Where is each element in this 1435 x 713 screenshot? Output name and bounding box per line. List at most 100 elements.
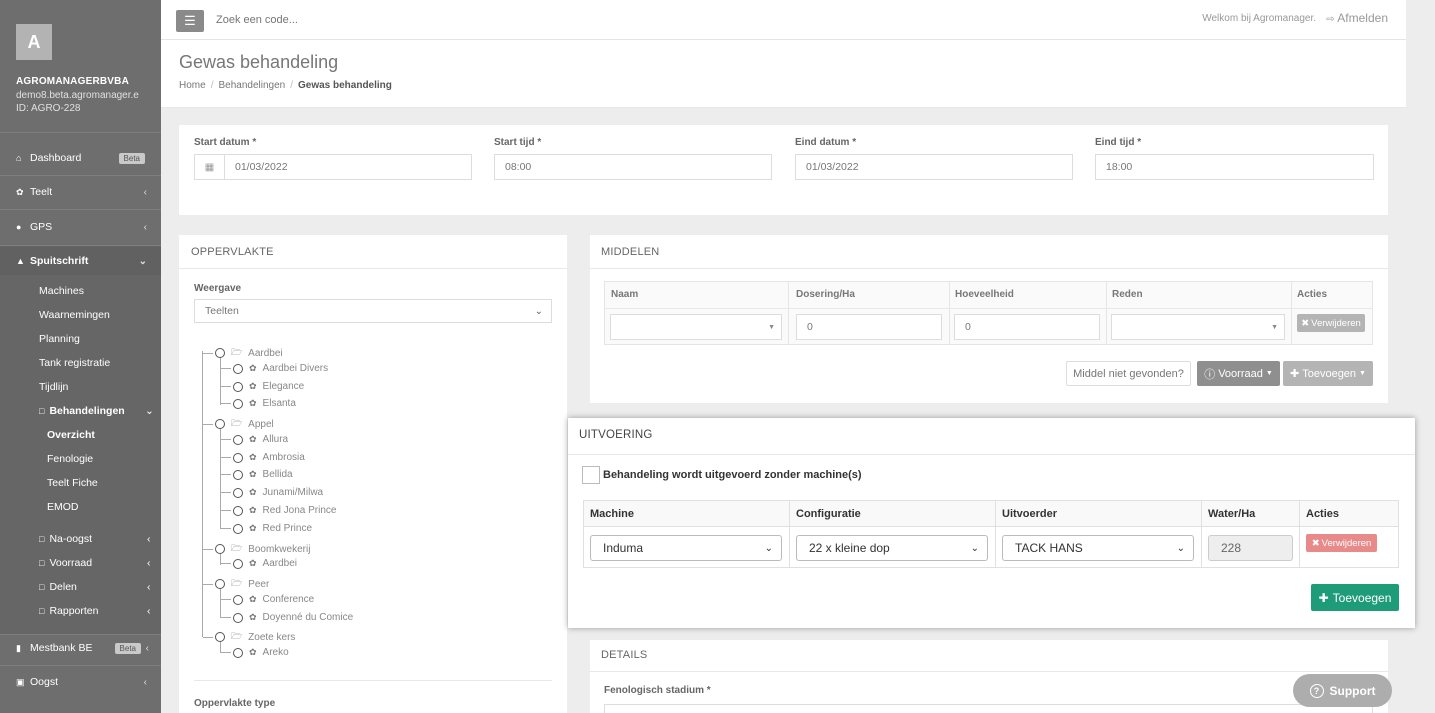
search-input[interactable] — [216, 14, 516, 26]
sidebar-sub-tank-registratie[interactable]: Tank registratie — [39, 357, 110, 369]
weergave-select[interactable]: Teelten ⌄ — [194, 299, 552, 323]
water-input[interactable]: 228 — [1208, 535, 1293, 561]
configuratie-select[interactable]: 22 x kleine dop ⌄ — [796, 535, 988, 561]
tree-radio[interactable] — [233, 647, 243, 658]
divider — [0, 209, 161, 210]
middel-add-button[interactable]: ✚ Toevoegen ▼ — [1283, 361, 1373, 386]
support-button[interactable]: ? Support — [1293, 674, 1392, 707]
tree-leaf[interactable]: ✿ Red Prince — [221, 523, 312, 534]
sidebar-sub-planning[interactable]: Planning — [39, 333, 80, 345]
folder-open-icon: □ — [39, 406, 45, 416]
tree-leaf[interactable]: ✿ Red Jona Prince — [221, 505, 336, 516]
tree-radio[interactable] — [233, 363, 243, 374]
tree-node-aardbei[interactable]: 🗁 Aardbei — [203, 345, 283, 361]
middel-not-found-button[interactable]: Middel niet gevonden? — [1066, 361, 1191, 386]
tree-leaf[interactable]: ✿ Elsanta — [221, 398, 296, 409]
sidebar-item-label: GPS — [30, 221, 53, 233]
sidebar: A AGROMANAGERBVBA demo8.beta.agromanager… — [0, 0, 161, 713]
tree-radio[interactable] — [233, 452, 243, 463]
sidebar-item-oogst[interactable]: ▣ Oogst ‹ — [0, 668, 161, 696]
sidebar-item-dashboard[interactable]: ⌂ Dashboard Beta — [0, 144, 161, 172]
tree-leaf[interactable]: ✿ Doyenné du Comice — [221, 612, 353, 623]
sidebar-sub-delen[interactable]: □ Delen ‹ — [39, 581, 151, 593]
machine-add-button[interactable]: ✚ Toevoegen — [1311, 584, 1399, 611]
tree-radio[interactable] — [233, 381, 243, 392]
end-date-field[interactable]: 01/03/2022 — [795, 154, 1073, 180]
divider — [590, 671, 1388, 672]
logout-link[interactable]: ⇨ Afmelden — [1326, 11, 1388, 25]
hoeveelheid-input[interactable]: 0 — [954, 314, 1100, 340]
sidebar-sub-waarnemingen[interactable]: Waarnemingen — [39, 309, 110, 321]
sidebar-sub-voorraad[interactable]: □ Voorraad ‹ — [39, 557, 151, 569]
sidebar-item-teelt[interactable]: ✿ Teelt ‹ — [0, 178, 161, 206]
sidebar-sub-rapporten[interactable]: □ Rapporten ‹ — [39, 605, 151, 617]
menu-toggle-button[interactable]: ☰ — [176, 10, 204, 32]
tree-leaf[interactable]: ✿ Aardbei Divers — [221, 363, 328, 374]
tree-node-appel[interactable]: 🗁 Appel — [203, 416, 274, 432]
tree-radio[interactable] — [233, 594, 243, 605]
page-header: Gewas behandeling Home / Behandelingen / Gew… — [161, 40, 1406, 108]
end-time-field[interactable]: 18:00 — [1095, 154, 1374, 180]
tree-leaf[interactable]: ✿ Ambrosia — [221, 452, 305, 463]
stadium-select[interactable] — [604, 704, 1373, 713]
tree-radio[interactable] — [215, 632, 225, 642]
tree-radio[interactable] — [233, 469, 243, 480]
tree-radio[interactable] — [233, 487, 243, 498]
folder-icon: □ — [39, 558, 45, 568]
sidebar-sub-behandelingen[interactable]: □ Behandelingen ⌄ — [39, 405, 154, 417]
chevron-down-icon: ⌄ — [145, 405, 154, 417]
sidebar-sub-na-oogst[interactable]: □ Na-oogst ‹ — [39, 533, 151, 545]
leaf-icon: ✿ — [16, 186, 24, 197]
dosering-input[interactable]: 0 — [796, 314, 942, 340]
tree-radio[interactable] — [215, 544, 225, 554]
tree-radio[interactable] — [233, 505, 243, 516]
sidebar-sub-tijdlijn[interactable]: Tijdlijn — [39, 381, 68, 393]
machine-delete-button[interactable]: ✖ Verwijderen — [1306, 534, 1377, 552]
naam-select[interactable]: ▼ — [610, 314, 782, 340]
sidebar-item-mestbank[interactable]: ▮ Mestbank BE Beta ‹ — [0, 634, 161, 662]
tree-leaf[interactable]: ✿ Conference — [221, 594, 314, 605]
voorraad-button[interactable]: ⓘ Voorraad ▼ — [1197, 361, 1280, 386]
sidebar-sub-label: Delen — [49, 581, 77, 593]
tree-radio[interactable] — [215, 348, 225, 358]
sidebar-subsub-teelt-fiche[interactable]: Teelt Fiche — [47, 477, 98, 489]
tree-node-peer[interactable]: 🗁 Peer — [203, 576, 269, 592]
tree-leaf[interactable]: ✿ Allura — [221, 434, 288, 445]
tree-radio[interactable] — [233, 398, 243, 409]
tree-label: Peer — [248, 578, 270, 590]
start-date-field[interactable]: ▦ 01/03/2022 — [194, 154, 472, 180]
leaf-icon: ✿ — [249, 558, 257, 568]
start-time-field[interactable]: 08:00 — [494, 154, 772, 180]
sidebar-subsub-fenologie[interactable]: Fenologie — [47, 453, 93, 465]
tree-radio[interactable] — [233, 558, 243, 569]
middel-delete-button[interactable]: ✖ Verwijderen — [1297, 314, 1365, 332]
tree-node-zoete-kers[interactable]: 🗁 Zoete kers — [203, 629, 295, 645]
breadcrumb-home[interactable]: Home — [179, 80, 206, 91]
tree-leaf[interactable]: ✿ Bellida — [221, 469, 293, 480]
tree-radio[interactable] — [215, 579, 225, 589]
machine-select[interactable]: Induma ⌄ — [590, 535, 782, 561]
sidebar-sub-label: Na-oogst — [49, 533, 93, 545]
tree-node-boomkwekerij[interactable]: 🗁 Boomkwekerij — [203, 541, 310, 557]
tree-leaf[interactable]: ✿ Areko — [221, 647, 289, 658]
reden-select[interactable]: ▼ — [1111, 314, 1285, 340]
tree-radio[interactable] — [233, 612, 243, 623]
sidebar-item-gps[interactable]: ● GPS ‹ — [0, 213, 161, 241]
leaf-icon: ✿ — [249, 434, 257, 444]
avatar[interactable]: A — [16, 24, 52, 60]
tree-leaf[interactable]: ✿ Elegance — [221, 381, 304, 392]
tree-leaf[interactable]: ✿ Aardbei — [221, 558, 297, 569]
tree-radio[interactable] — [233, 434, 243, 445]
sidebar-subsub-emod[interactable]: EMOD — [47, 501, 79, 513]
tree-leaf[interactable]: ✿ Junami/Milwa — [221, 487, 323, 498]
breadcrumb-behandelingen[interactable]: Behandelingen — [218, 80, 285, 91]
tree-radio[interactable] — [215, 419, 225, 429]
tree-radio[interactable] — [233, 523, 243, 534]
no-machine-checkbox[interactable] — [582, 466, 600, 484]
sidebar-subsub-overzicht[interactable]: Overzicht — [47, 429, 95, 441]
company-name: AGROMANAGERBVBA — [16, 76, 129, 87]
sidebar-item-spuitschrift[interactable]: ▲ Spuitschrift ⌄ — [0, 247, 161, 275]
caret-down-icon: ▼ — [1271, 323, 1278, 331]
uitvoerder-select[interactable]: TACK HANS ⌄ — [1002, 535, 1194, 561]
sidebar-sub-machines[interactable]: Machines — [39, 285, 84, 297]
